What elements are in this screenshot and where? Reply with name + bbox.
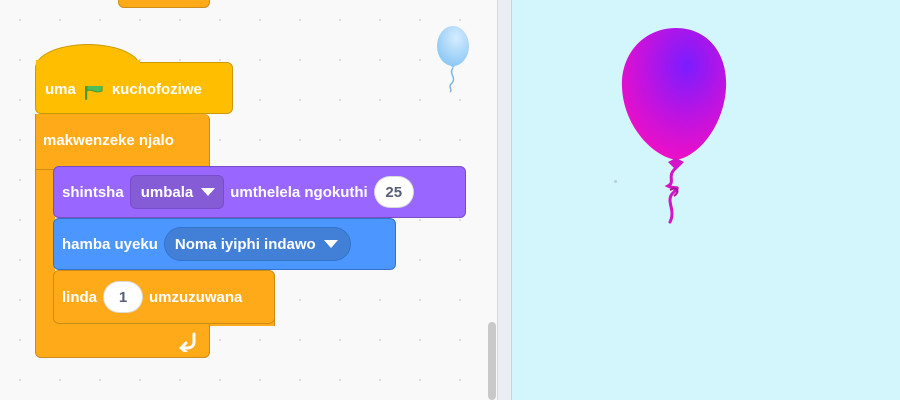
- chevron-down-icon: [323, 240, 338, 248]
- offscreen-block-stub[interactable]: [118, 0, 210, 8]
- wait-block[interactable]: linda 1 umzuzuwana: [53, 270, 275, 324]
- wait-seconds-input[interactable]: 1: [103, 281, 144, 313]
- loop-arrow-icon: [178, 330, 200, 354]
- change-effect-label-after: umthelela ngokuthi: [230, 183, 368, 201]
- go-to-label: hamba uyeku: [62, 235, 158, 253]
- go-to-target-dropdown[interactable]: Noma iyiphi indawo: [163, 227, 351, 261]
- forever-block[interactable]: makwenzeke njalo: [35, 114, 210, 170]
- wait-label-before: linda: [62, 288, 98, 306]
- balloon-sprite-thumbnail: [433, 24, 473, 94]
- wait-label-after: umzuzuwana: [149, 288, 243, 306]
- go-to-target-value: Noma iyiphi indawo: [174, 235, 316, 253]
- change-effect-block[interactable]: shintsha umbala umthelela ngokuthi 25: [53, 166, 466, 218]
- stage-marker: [614, 180, 617, 183]
- change-effect-label-before: shintsha: [62, 183, 124, 201]
- code-area[interactable]: uma kuchofoziwe makwenzeke njalo shintsh…: [0, 0, 498, 400]
- effect-dropdown-value: umbala: [140, 183, 194, 201]
- chevron-down-icon: [201, 188, 216, 196]
- effect-amount-input[interactable]: 25: [373, 176, 414, 208]
- panel-divider: [499, 0, 511, 400]
- event-hat-cap-join: [36, 60, 140, 86]
- forever-label: makwenzeke njalo: [43, 132, 174, 149]
- code-area-scrollbar[interactable]: [488, 322, 496, 400]
- effect-dropdown[interactable]: umbala: [129, 175, 225, 209]
- balloon-sprite[interactable]: [618, 26, 734, 230]
- go-to-block[interactable]: hamba uyeku Noma iyiphi indawo: [53, 218, 396, 270]
